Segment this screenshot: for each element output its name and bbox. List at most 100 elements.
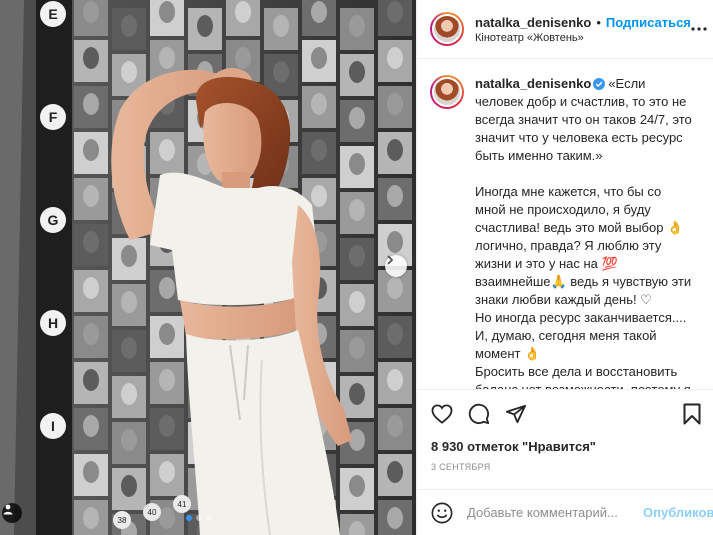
wall-portrait-face [83, 185, 99, 207]
wall-portrait-face [349, 15, 365, 37]
wall-portrait-face [83, 47, 99, 69]
wall-portrait-face [349, 337, 365, 359]
carousel-dot [206, 515, 212, 521]
wall-portrait-face [83, 507, 99, 529]
wall-letter: I [51, 418, 55, 434]
caption-text-3: Но иногда ресурс заканчивается.... [475, 310, 687, 325]
wall-portrait-face [159, 507, 175, 529]
wall-letter: G [48, 212, 59, 228]
caption-text-2: Иногда мне кажется, что бы со мной не пр… [475, 184, 692, 307]
caption-text-4: И, думаю, сегодня меня такой момент 👌 [475, 328, 657, 361]
wall-portrait-face [311, 93, 327, 115]
location-link[interactable]: Кінотеатр «Жовтень» [475, 32, 691, 44]
wall-portrait-face [83, 93, 99, 115]
user-tag-icon [3, 504, 13, 515]
verified-badge-icon [593, 78, 606, 90]
photo-image: E F G H I 38 40 41 [0, 0, 416, 535]
wall-portrait-face [235, 47, 251, 69]
post-caption: natalka_denisenko «Если человек добр и сч… [417, 59, 713, 389]
wall-letter: F [49, 109, 58, 125]
wall-portrait-face [83, 323, 99, 345]
wall-portrait-face [121, 337, 137, 359]
comment-input[interactable] [467, 505, 643, 520]
wall-portrait-face [121, 61, 137, 83]
wall-portrait-face [121, 245, 137, 267]
caption-text-1 [475, 165, 692, 183]
caption-avatar[interactable] [430, 75, 464, 109]
comment-icon [468, 403, 490, 424]
wall-portrait-face [311, 1, 327, 23]
carousel-indicators [186, 515, 212, 521]
wall-portrait-face [387, 1, 403, 23]
wall-portrait-face [349, 107, 365, 129]
wall-portrait-face [349, 153, 365, 175]
likes-count[interactable]: 8 930 отметок "Нравится" [431, 439, 596, 454]
wall-portrait-face [387, 93, 403, 115]
emoji-icon [431, 502, 453, 523]
comment-bar: Опубликовать [417, 489, 713, 535]
emoji-button[interactable] [431, 502, 453, 524]
wall-portrait-face [159, 369, 175, 391]
wall-portrait-face [83, 139, 99, 161]
wall-portrait-face [121, 475, 137, 497]
wall-portrait-face [121, 15, 137, 37]
wall-portrait-face [387, 139, 403, 161]
post-photo[interactable]: E F G H I 38 40 41 [0, 0, 416, 535]
wall-portrait-face [387, 461, 403, 483]
wall-portrait-face [349, 383, 365, 405]
bookmark-icon [683, 403, 701, 424]
wall-portrait-face [83, 277, 99, 299]
comment-button[interactable] [467, 402, 491, 426]
wall-portrait-face [311, 47, 327, 69]
follow-button[interactable]: Подписаться [606, 15, 691, 30]
chevron-right-icon [387, 255, 394, 265]
wall-portrait-face [349, 61, 365, 83]
action-bar [417, 389, 713, 437]
wall-portrait-face [349, 291, 365, 313]
wall-portrait-face [349, 475, 365, 497]
wall-portrait-face [159, 277, 175, 299]
wall-portrait-face [83, 1, 99, 23]
wall-letter: H [48, 315, 58, 331]
publish-button[interactable]: Опубликовать [643, 505, 713, 520]
wall-portrait-face [235, 1, 251, 23]
carousel-dot [196, 515, 202, 521]
post-date[interactable]: 3 сентября [431, 462, 491, 472]
wall-portrait-face [159, 323, 175, 345]
post-header: natalka_denisenko • Подписаться Кінотеат… [417, 0, 713, 59]
post-details-panel: natalka_denisenko • Подписаться Кінотеат… [416, 0, 713, 535]
avatar[interactable] [430, 12, 464, 46]
wall-portrait-face [387, 185, 403, 207]
wall-portrait-face [387, 277, 403, 299]
wall-portrait-face [121, 429, 137, 451]
header-username[interactable]: natalka_denisenko [475, 15, 591, 30]
more-options-icon [691, 27, 707, 31]
separator-dot: • [596, 14, 601, 30]
wall-portrait-face [159, 47, 175, 69]
wall-portrait-face [83, 231, 99, 253]
more-options-button[interactable] [691, 27, 707, 31]
wall-portrait-face [197, 15, 213, 37]
wall-portrait-face [159, 461, 175, 483]
like-button[interactable] [430, 402, 454, 426]
wall-portrait-face [159, 415, 175, 437]
caption-username[interactable]: natalka_denisenko [475, 76, 591, 91]
wall-portrait-face [121, 383, 137, 405]
wall-portrait-face [311, 185, 327, 207]
carousel-dot [186, 515, 192, 521]
wall-portrait-face [273, 61, 289, 83]
wall-portrait-face [349, 199, 365, 221]
user-tag-button[interactable] [2, 503, 22, 523]
seat-number: 41 [178, 500, 187, 509]
share-icon [505, 404, 526, 423]
share-button[interactable] [504, 402, 528, 426]
wall-portrait-face [387, 323, 403, 345]
wall-portrait-face [273, 15, 289, 37]
wall-portrait-face [387, 47, 403, 69]
seat-number: 38 [118, 516, 127, 525]
wall-portrait-face [121, 291, 137, 313]
wall-portrait-face [159, 139, 175, 161]
save-button[interactable] [680, 402, 704, 426]
wall-portrait-face [159, 1, 175, 23]
next-photo-button[interactable] [385, 255, 407, 277]
